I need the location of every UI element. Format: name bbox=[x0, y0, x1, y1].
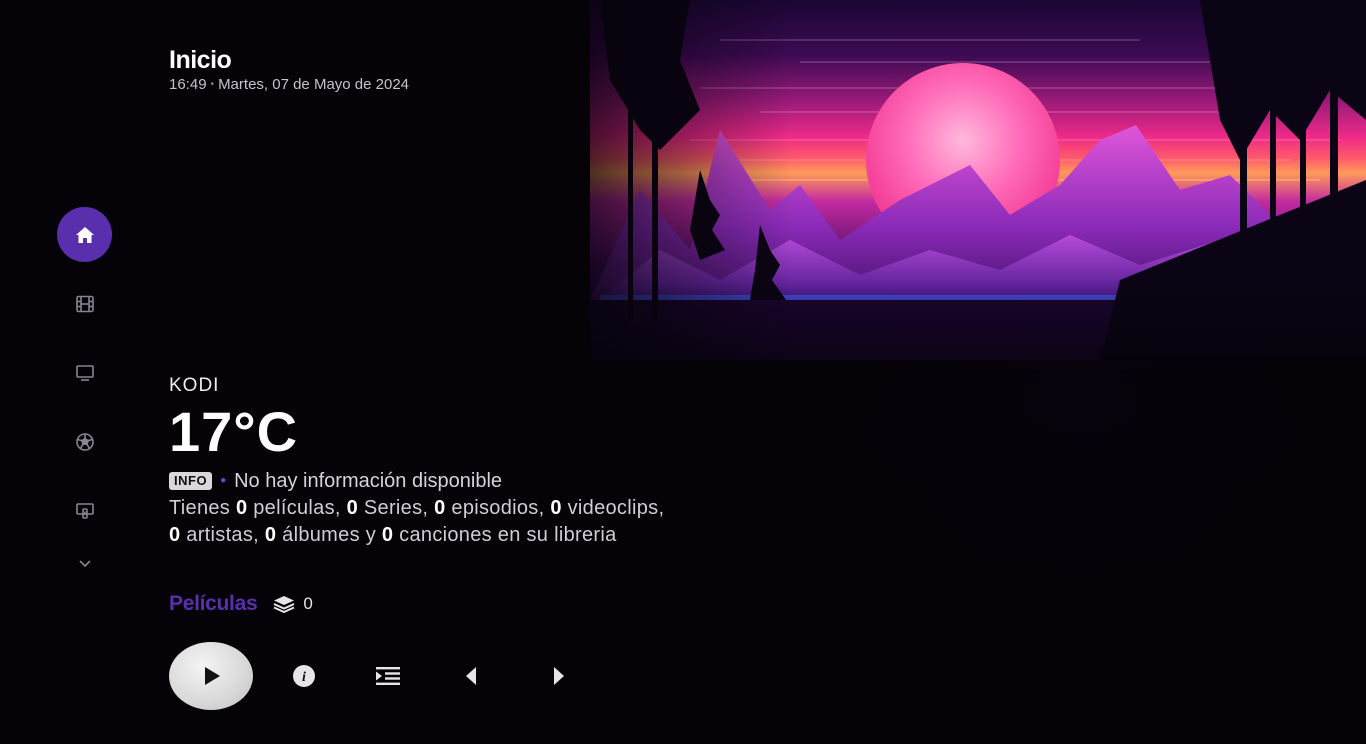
stats-text: episodios, bbox=[445, 497, 551, 519]
chevron-down-icon bbox=[78, 560, 91, 568]
current-date: Martes, 07 de Mayo de 2024 bbox=[218, 76, 410, 93]
info-badge: INFO bbox=[169, 472, 213, 490]
episodes-count: 0 bbox=[434, 497, 446, 519]
playback-controls: i bbox=[169, 642, 579, 710]
next-arrow-icon bbox=[554, 667, 564, 685]
weather-info-line: INFO ● No hay información disponible bbox=[169, 469, 729, 493]
svg-text:i: i bbox=[302, 670, 306, 685]
stats-text: Tienes bbox=[169, 497, 236, 519]
sidebar-item-sports[interactable] bbox=[57, 414, 112, 469]
sidebar-item-home[interactable] bbox=[57, 207, 112, 262]
weather-info-text: No hay información disponible bbox=[234, 470, 503, 492]
play-icon bbox=[205, 667, 220, 685]
sidebar-item-movies[interactable] bbox=[57, 276, 112, 331]
section-header: Películas 0 bbox=[169, 592, 313, 616]
sidebar-more-button[interactable] bbox=[57, 548, 112, 578]
tv-icon bbox=[75, 364, 94, 381]
clock-time: 16:49 bbox=[169, 76, 207, 93]
info-button[interactable]: i bbox=[284, 656, 324, 696]
albums-count: 0 bbox=[264, 524, 277, 546]
home-icon bbox=[75, 226, 94, 243]
section-count: 0 bbox=[273, 594, 313, 614]
next-button[interactable] bbox=[539, 656, 579, 696]
sidebar-item-addons[interactable] bbox=[57, 483, 112, 538]
weather-temperature: 17°C bbox=[169, 400, 299, 463]
film-icon bbox=[75, 295, 94, 312]
section-title[interactable]: Películas bbox=[169, 592, 258, 616]
clock-and-date: 16:49 • Martes, 07 de Mayo de 2024 bbox=[169, 76, 409, 94]
soccer-ball-icon bbox=[75, 432, 94, 451]
queue-button[interactable] bbox=[368, 656, 408, 696]
sidebar-nav bbox=[57, 207, 112, 592]
series-count: 0 bbox=[346, 497, 359, 519]
header: Inicio 16:49 • Martes, 07 de Mayo de 2024 bbox=[169, 46, 409, 94]
stats-text: álbumes y bbox=[276, 524, 382, 546]
info-panel: KODI 17°C INFO ● No hay información disp… bbox=[169, 375, 729, 549]
artists-count: 0 bbox=[169, 524, 181, 546]
queue-list-icon bbox=[376, 667, 400, 685]
addon-box-icon bbox=[75, 502, 94, 519]
stack-layers-icon bbox=[273, 596, 295, 613]
prev-arrow-icon bbox=[466, 667, 476, 685]
stats-text: Series, bbox=[358, 497, 435, 519]
separator-dot: ● bbox=[220, 475, 227, 486]
section-count-value: 0 bbox=[303, 594, 313, 613]
page-title: Inicio bbox=[169, 46, 232, 74]
sidebar-item-tv[interactable] bbox=[57, 345, 112, 400]
info-icon: i bbox=[293, 665, 315, 687]
stats-text: canciones en su libreria bbox=[393, 524, 617, 546]
stats-text: artistas, bbox=[180, 524, 265, 546]
play-button[interactable] bbox=[169, 642, 253, 710]
videoclips-count: 0 bbox=[550, 497, 562, 519]
stats-text: películas, bbox=[247, 497, 347, 519]
separator-dot: • bbox=[210, 79, 215, 90]
background-artwork bbox=[590, 0, 1366, 360]
library-stats: Tienes 0 películas, 0 Series, 0 episodio… bbox=[169, 495, 729, 549]
stats-text: videoclips, bbox=[561, 497, 665, 519]
movies-count: 0 bbox=[235, 497, 248, 519]
songs-count: 0 bbox=[381, 524, 394, 546]
weather-location: KODI bbox=[169, 375, 220, 396]
previous-button[interactable] bbox=[451, 656, 491, 696]
